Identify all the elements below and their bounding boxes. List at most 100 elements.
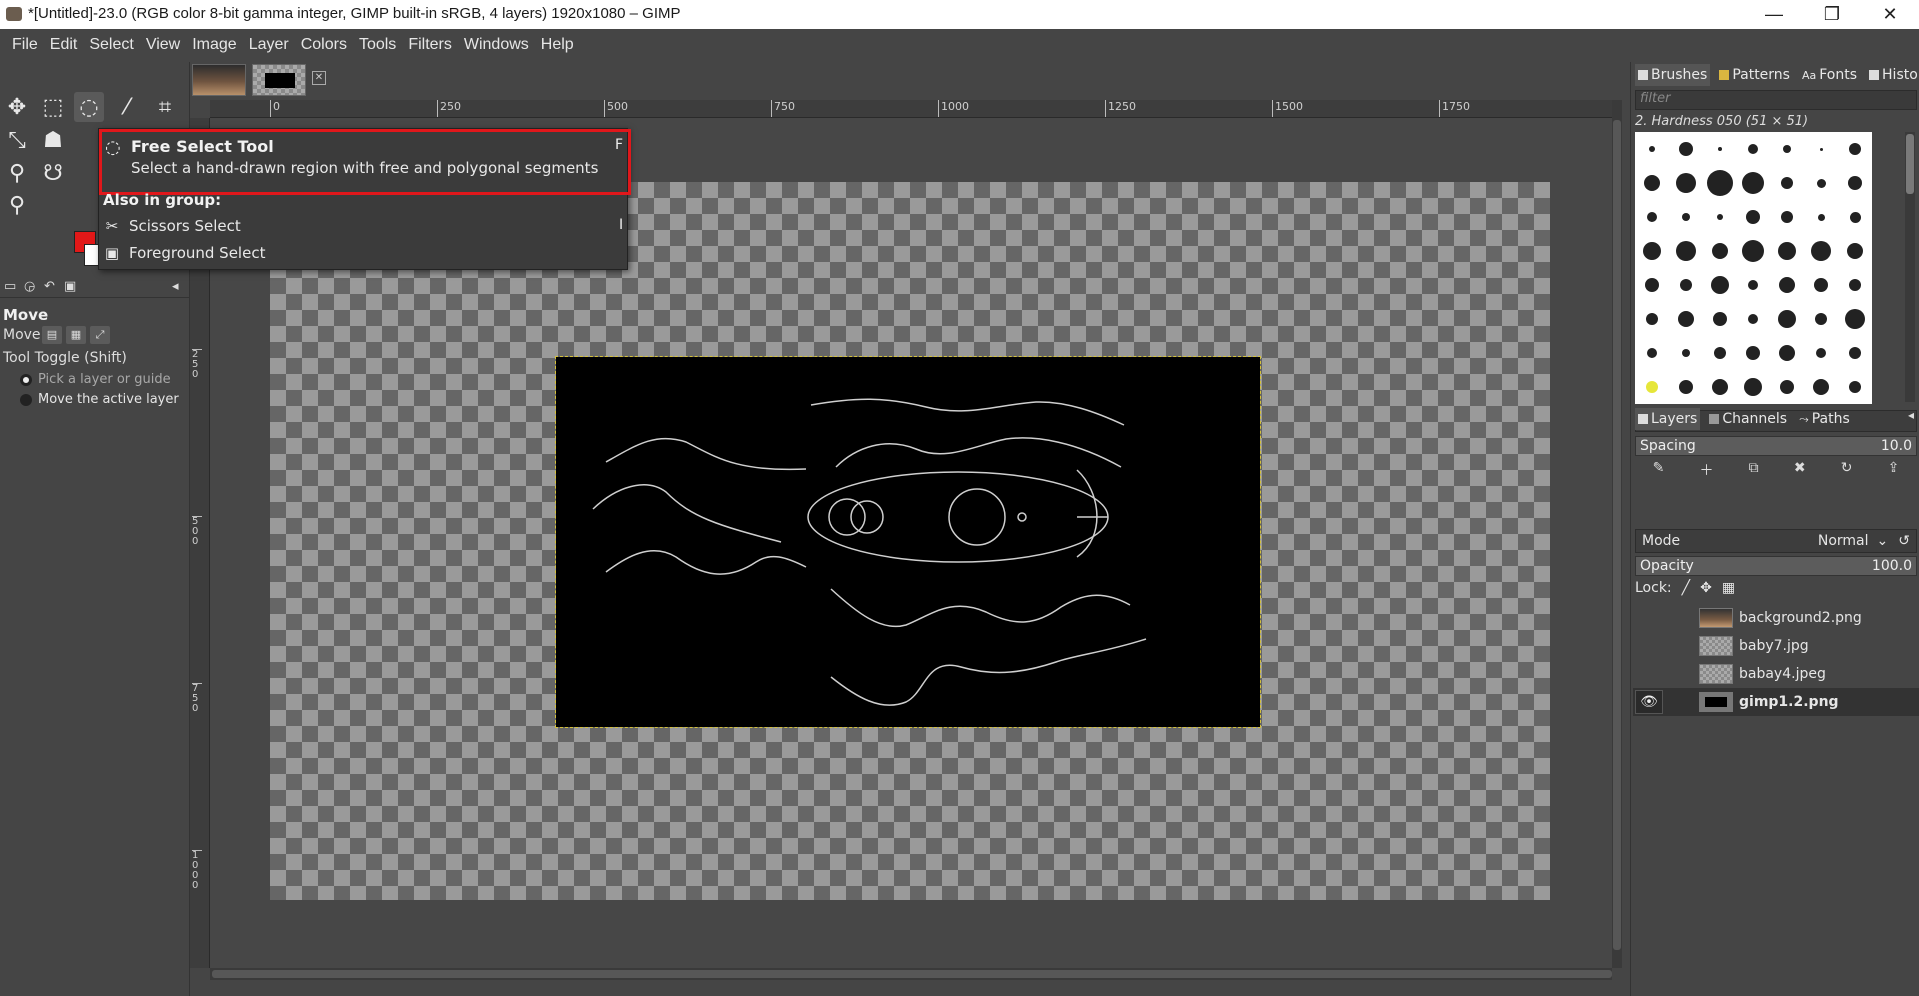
brush-preview[interactable] <box>1770 132 1804 166</box>
brush-preview[interactable] <box>1804 302 1838 336</box>
tool-options-tab-icon[interactable]: ▭ <box>4 279 16 294</box>
brush-preview[interactable] <box>1838 200 1872 234</box>
zoom-tool-icon[interactable]: ⚲ <box>2 190 32 220</box>
scroll-thumb[interactable] <box>1906 134 1914 194</box>
brush-preview[interactable] <box>1703 200 1737 234</box>
brush-preview[interactable] <box>1669 132 1703 166</box>
brush-preview[interactable] <box>1703 268 1737 302</box>
group-item-foreground-select[interactable]: ▣ Foreground Select <box>103 244 266 262</box>
move-layer-icon[interactable]: ▤ <box>42 326 62 344</box>
unified-transform-tool-icon[interactable]: ⤡ <box>2 125 32 155</box>
layer-row[interactable]: baby7.jpg <box>1633 632 1919 660</box>
tab-channels[interactable]: Channels <box>1706 408 1790 430</box>
visibility-toggle[interactable] <box>1635 662 1663 686</box>
brush-preview[interactable] <box>1838 166 1872 200</box>
lock-position-icon[interactable]: ✥ <box>1700 580 1712 596</box>
brush-scrollbar[interactable] <box>1905 132 1915 402</box>
brush-preview[interactable] <box>1703 302 1737 336</box>
brush-preview[interactable] <box>1635 336 1669 370</box>
tab-layers[interactable]: Layers <box>1635 408 1701 430</box>
brush-preview[interactable] <box>1703 234 1737 268</box>
open-brush-as-image-icon[interactable]: ⇪ <box>1888 460 1900 482</box>
lock-pixels-icon[interactable]: ╱ <box>1682 580 1690 596</box>
horizontal-scrollbar[interactable] <box>210 968 1612 980</box>
dock-menu-icon[interactable]: ◂ <box>1908 408 1914 430</box>
undo-history-tab-icon[interactable]: ↶ <box>44 279 55 294</box>
smudge-tool-icon[interactable]: ☋ <box>38 158 68 188</box>
rect-select-tool-icon[interactable]: ⬚ <box>38 92 68 122</box>
tab-paths[interactable]: ⤳ Paths <box>1796 408 1853 430</box>
move-tool-icon[interactable]: ✥ <box>2 92 32 122</box>
brush-preview[interactable] <box>1703 132 1737 166</box>
maximize-button[interactable]: ❐ <box>1803 0 1861 29</box>
menu-filters[interactable]: Filters <box>402 29 458 62</box>
brush-preview[interactable] <box>1770 268 1804 302</box>
brush-preview[interactable] <box>1804 234 1838 268</box>
brush-preview[interactable] <box>1838 234 1872 268</box>
move-selection-icon[interactable]: ▦ <box>66 326 86 344</box>
menu-layer[interactable]: Layer <box>243 29 295 62</box>
brush-preview[interactable] <box>1737 166 1771 200</box>
visibility-toggle[interactable] <box>1635 606 1663 630</box>
lock-alpha-icon[interactable]: ▦ <box>1722 580 1735 596</box>
brush-preview[interactable] <box>1838 268 1872 302</box>
group-item-scissors[interactable]: ✂ Scissors Select <box>103 217 241 235</box>
delete-brush-icon[interactable]: ✖ <box>1794 460 1806 482</box>
scroll-thumb[interactable] <box>1613 120 1621 950</box>
brush-preview[interactable] <box>1737 234 1771 268</box>
brush-preview[interactable] <box>1804 200 1838 234</box>
image-tab-thumbnail-active[interactable] <box>252 64 306 96</box>
menu-file[interactable]: File <box>6 29 44 62</box>
brush-preview[interactable] <box>1635 132 1669 166</box>
device-status-tab-icon[interactable]: ◶ <box>24 279 35 294</box>
brush-preview[interactable] <box>1669 302 1703 336</box>
refresh-brushes-icon[interactable]: ↻ <box>1841 460 1853 482</box>
brush-preview[interactable] <box>1737 302 1771 336</box>
brush-preview[interactable] <box>1770 302 1804 336</box>
brush-preview[interactable] <box>1737 132 1771 166</box>
brush-preview[interactable] <box>1669 200 1703 234</box>
radio-move-active[interactable]: Move the active layer <box>20 392 179 407</box>
brush-preview[interactable] <box>1635 370 1669 404</box>
brush-preview[interactable] <box>1804 132 1838 166</box>
menu-colors[interactable]: Colors <box>295 29 353 62</box>
layer-row[interactable]: background2.png <box>1633 604 1919 632</box>
active-layer-drawing[interactable] <box>555 356 1261 728</box>
brush-preview[interactable] <box>1669 336 1703 370</box>
menu-help[interactable]: Help <box>535 29 580 62</box>
image-tab-thumbnail[interactable] <box>192 64 246 96</box>
brush-preview[interactable] <box>1838 302 1872 336</box>
brush-preview[interactable] <box>1635 234 1669 268</box>
brush-preview[interactable] <box>1804 268 1838 302</box>
brush-preview[interactable] <box>1737 336 1771 370</box>
close-button[interactable]: ✕ <box>1861 0 1919 29</box>
brush-preview[interactable] <box>1635 166 1669 200</box>
brush-preview[interactable] <box>1804 336 1838 370</box>
configure-tab-icon[interactable]: ◂ <box>172 279 179 294</box>
brush-preview[interactable] <box>1804 166 1838 200</box>
brush-preview[interactable] <box>1838 370 1872 404</box>
brush-preview[interactable] <box>1737 370 1771 404</box>
brush-preview[interactable] <box>1669 268 1703 302</box>
brush-preview[interactable] <box>1737 200 1771 234</box>
brush-preview[interactable] <box>1770 200 1804 234</box>
warp-transform-tool-icon[interactable]: ☗ <box>38 125 68 155</box>
minimize-button[interactable]: — <box>1745 0 1803 29</box>
brush-grid[interactable] <box>1635 132 1872 404</box>
opacity-slider[interactable]: Opacity 100.0 <box>1635 556 1917 576</box>
layer-row-active[interactable]: 👁 gimp1.2.png <box>1633 688 1919 716</box>
tab-brushes[interactable]: Brushes <box>1635 64 1711 86</box>
menu-select[interactable]: Select <box>83 29 139 62</box>
duplicate-brush-icon[interactable]: ⧉ <box>1749 460 1759 482</box>
brush-preview[interactable] <box>1669 370 1703 404</box>
menu-edit[interactable]: Edit <box>44 29 84 62</box>
brush-preview[interactable] <box>1635 268 1669 302</box>
brush-preview[interactable] <box>1669 166 1703 200</box>
scroll-thumb[interactable] <box>212 970 1612 978</box>
spacing-slider[interactable]: Spacing 10.0 <box>1635 436 1917 456</box>
tab-patterns[interactable]: Patterns <box>1716 64 1793 86</box>
radio-pick-layer[interactable]: Pick a layer or guide <box>20 372 171 387</box>
brush-preview[interactable] <box>1770 234 1804 268</box>
brush-preview[interactable] <box>1770 166 1804 200</box>
edit-brush-icon[interactable]: ✎ <box>1653 460 1665 482</box>
